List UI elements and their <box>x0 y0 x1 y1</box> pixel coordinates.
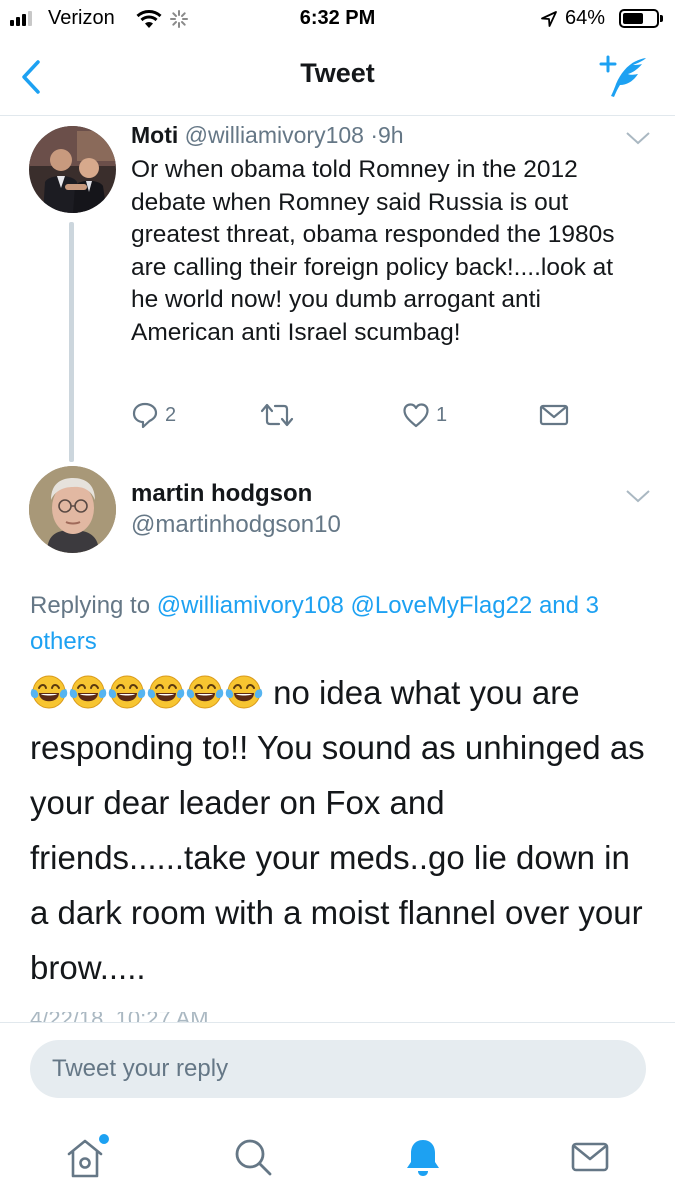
tears-of-joy-emoji-icon <box>69 675 107 709</box>
tweet-body: no idea what you are responding to!! You… <box>30 674 645 986</box>
like-count: 1 <box>436 403 448 426</box>
battery-percent: 64% <box>565 7 606 29</box>
reply-count: 2 <box>165 403 177 426</box>
replying-and[interactable]: and <box>539 592 579 619</box>
tears-of-joy-emoji-icon <box>30 675 68 709</box>
tears-of-joy-emoji-icon <box>108 675 146 709</box>
status-bar: Verizon 6:32 PM 64% <box>0 0 675 38</box>
location-arrow-icon <box>541 11 557 27</box>
chevron-left-icon <box>22 60 40 94</box>
retweet-button[interactable] <box>259 398 295 432</box>
search-icon <box>235 1139 272 1176</box>
compose-tweet-icon <box>599 55 646 97</box>
author-handle[interactable]: @martinhodgson10 <box>131 511 341 539</box>
reply-composer-bar: Tweet your reply <box>0 1022 675 1118</box>
meta-separator: · <box>370 122 379 148</box>
nav-bar: Tweet <box>0 38 675 116</box>
avatar[interactable] <box>29 126 116 213</box>
notifications-icon <box>407 1140 439 1176</box>
mention-link[interactable]: @williamivory108 <box>157 592 344 619</box>
tears-of-joy-emoji-icon <box>186 675 224 709</box>
author-handle[interactable]: @williamivory108 <box>185 122 364 148</box>
parent-tweet-header: Moti @williamivory108 ·9h <box>131 122 404 149</box>
retweet-icon <box>260 403 294 427</box>
user-photo-moti <box>29 126 116 213</box>
tears-of-joy-emoji-icon <box>147 675 185 709</box>
tweet-timestamp: 4/22/18, 10:27 AM <box>30 1012 330 1022</box>
back-button[interactable] <box>20 58 50 96</box>
tab-search[interactable] <box>223 1127 283 1187</box>
replying-to-context: Replying to @williamivory108 @LoveMyFlag… <box>30 588 650 660</box>
battery-icon <box>619 9 659 28</box>
messages-icon <box>571 1142 609 1172</box>
chevron-down-icon[interactable] <box>625 488 651 504</box>
reply-input[interactable]: Tweet your reply <box>30 1040 646 1098</box>
tweet-age: 9h <box>378 122 404 148</box>
home-icon <box>67 1134 109 1178</box>
tab-bar <box>0 1117 675 1200</box>
tab-notifications[interactable] <box>393 1127 453 1187</box>
battery-level-fill <box>623 13 643 24</box>
battery-tip <box>660 15 663 22</box>
chevron-down-icon[interactable] <box>625 130 651 146</box>
avatar[interactable] <box>29 466 116 553</box>
reply-icon <box>132 402 158 429</box>
author-name[interactable]: Moti <box>131 122 178 148</box>
tab-home[interactable] <box>55 1127 115 1187</box>
user-photo-martin <box>29 466 116 553</box>
emoji-row <box>30 674 264 711</box>
compose-tweet-button[interactable] <box>598 54 650 100</box>
like-button[interactable]: 1 <box>402 398 447 432</box>
share-via-dm-button[interactable] <box>539 398 569 432</box>
tears-of-joy-emoji-icon <box>225 675 263 709</box>
mention-link[interactable]: @LoveMyFlag22 <box>351 592 533 619</box>
main-tweet-text: no idea what you are responding to!! You… <box>30 665 650 995</box>
replying-prefix: Replying to <box>30 592 151 619</box>
parent-tweet-text: Or when obama told Romney in the 2012 de… <box>131 156 615 346</box>
page-title: Tweet <box>300 58 375 88</box>
thread-connector-line <box>69 222 74 462</box>
tab-messages[interactable] <box>560 1127 620 1187</box>
heart-icon <box>403 403 429 428</box>
reply-button[interactable]: 2 <box>131 398 176 432</box>
author-name[interactable]: martin hodgson <box>131 480 312 508</box>
timestamp-text: 4/22/18, 10:27 AM <box>30 1012 330 1022</box>
envelope-icon <box>539 404 569 426</box>
